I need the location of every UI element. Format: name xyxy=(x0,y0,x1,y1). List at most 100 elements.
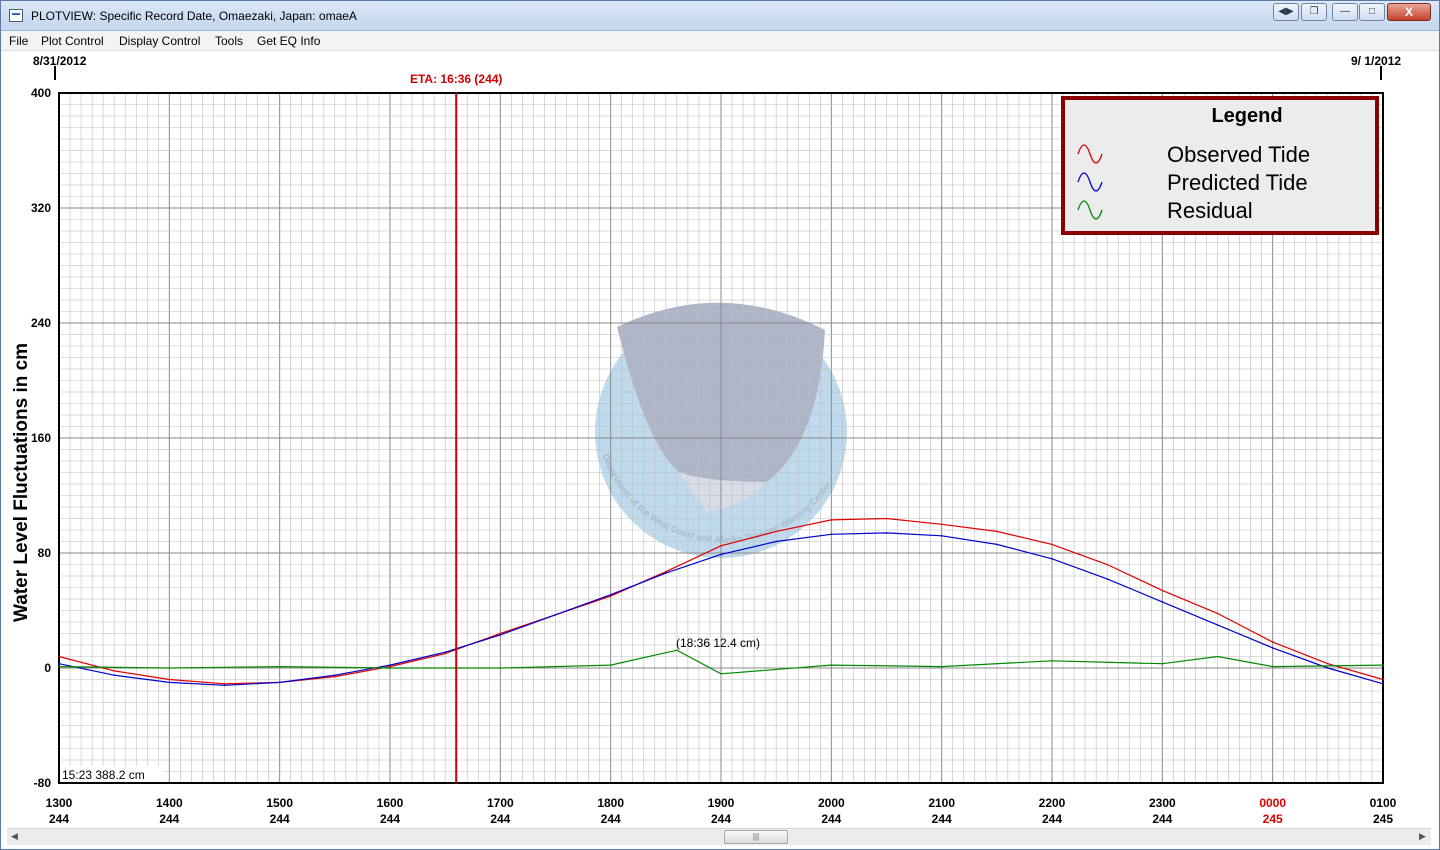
residual-point xyxy=(1216,655,1219,658)
close-button[interactable]: X xyxy=(1387,3,1431,21)
x-tick-day: 245 xyxy=(1263,812,1283,826)
residual-point xyxy=(720,673,722,675)
observed-tide-point xyxy=(775,530,777,533)
eta-label: ETA: 16:36 (244) xyxy=(410,72,502,86)
legend-item-label: Observed Tide xyxy=(1167,142,1310,167)
residual-point xyxy=(389,667,391,669)
x-tick-day: 245 xyxy=(1373,812,1393,826)
observed-tide-point xyxy=(885,517,888,520)
predicted-tide-point xyxy=(940,535,943,537)
plot-area[interactable]: Department of the West Coast and Alaska … xyxy=(7,52,1431,828)
predicted-tide-point xyxy=(58,662,60,665)
menu-tools[interactable]: Tools xyxy=(215,34,243,48)
x-tick-day: 244 xyxy=(821,812,841,826)
menu-bar: File Plot Control Display Control Tools … xyxy=(1,31,1439,51)
observed-tide-point xyxy=(1271,641,1274,643)
y-tick-label: 320 xyxy=(31,201,51,215)
residual-point xyxy=(278,665,281,668)
y-tick-label: 240 xyxy=(31,316,51,330)
y-tick-label: 160 xyxy=(31,431,51,445)
scroll-thumb[interactable]: ||| xyxy=(724,830,788,844)
residual-point xyxy=(940,665,943,668)
y-tick-label: 80 xyxy=(38,546,52,560)
y-axis: 400 320 240 160 80 0 -80 xyxy=(31,86,51,790)
predicted-tide-point xyxy=(1382,683,1384,685)
y-tick-label: 0 xyxy=(44,661,51,675)
predicted-tide-point xyxy=(223,684,226,687)
resize-arrows-icon[interactable]: ◀▶ xyxy=(1273,3,1299,21)
residual-point xyxy=(58,665,60,668)
predicted-tide-point xyxy=(885,532,888,534)
observed-tide-point xyxy=(940,523,943,526)
menu-get-eq-info[interactable]: Get EQ Info xyxy=(257,34,320,48)
predicted-tide-point xyxy=(665,572,667,574)
legend-title: Legend xyxy=(1211,105,1282,127)
residual-point xyxy=(830,664,833,666)
predicted-tide-point xyxy=(1051,558,1053,560)
residual-point xyxy=(1051,660,1053,662)
x-tick-hour: 1500 xyxy=(266,796,293,810)
predicted-tide-point xyxy=(996,543,998,546)
observed-tide-point xyxy=(996,530,998,533)
scroll-left-icon[interactable]: ◀ xyxy=(11,831,18,842)
x-axis: 1300 244 1400 244 1500 244 1600 244 1700 244 1800 2… xyxy=(46,796,1397,826)
residual-point xyxy=(609,664,612,666)
title-bar[interactable]: PLOTVIEW: Specific Record Date, Omaezaki… xyxy=(1,1,1439,31)
menu-display-control[interactable]: Display Control xyxy=(119,34,200,48)
residual-point xyxy=(168,667,171,669)
scroll-right-icon[interactable]: ▶ xyxy=(1419,831,1426,842)
cursor-readout: 15:23 388.2 cm xyxy=(62,768,145,782)
plotview-window: PLOTVIEW: Specific Record Date, Omaezaki… xyxy=(0,0,1440,850)
x-tick-hour: 2000 xyxy=(818,796,845,810)
residual-point xyxy=(1271,665,1274,668)
maximize-button[interactable]: □ xyxy=(1359,3,1385,21)
x-tick-hour: 1600 xyxy=(377,796,404,810)
legend-item-label: Residual xyxy=(1167,198,1253,223)
menu-file[interactable]: File xyxy=(9,34,28,48)
observed-tide-point xyxy=(1382,678,1384,681)
predicted-tide-point xyxy=(609,593,612,596)
x-tick-hour: 1800 xyxy=(597,796,624,810)
observed-tide-point xyxy=(113,670,115,672)
x-tick-hour: 2100 xyxy=(928,796,955,810)
x-tick-day: 244 xyxy=(49,812,69,826)
observed-tide-point xyxy=(1327,662,1329,665)
predicted-tide-point xyxy=(113,674,115,676)
restore-docs-icon[interactable]: ❐ xyxy=(1301,3,1327,21)
minimize-button[interactable]: — xyxy=(1332,3,1358,21)
x-tick-hour: 0100 xyxy=(1370,796,1397,810)
x-tick-hour: 2200 xyxy=(1039,796,1066,810)
observed-tide-point xyxy=(1051,543,1053,546)
x-tick-day: 244 xyxy=(490,812,510,826)
horizontal-scrollbar[interactable]: ◀ ||| ▶ xyxy=(7,828,1431,845)
window-title: PLOTVIEW: Specific Record Date, Omaezaki… xyxy=(31,9,357,23)
noaa-watermark-logo: Department of the West Coast and Alaska … xyxy=(595,302,847,558)
app-icon[interactable] xyxy=(9,9,23,22)
observed-tide-point xyxy=(223,683,226,685)
menu-plot-control[interactable]: Plot Control xyxy=(41,34,104,48)
observed-tide-point xyxy=(830,519,833,521)
observed-tide-point xyxy=(58,655,60,658)
y-tick-label: -80 xyxy=(34,776,52,790)
tide-chart[interactable]: Department of the West Coast and Alaska … xyxy=(7,52,1431,828)
predicted-tide-point xyxy=(278,681,281,684)
x-tick-hour: 2300 xyxy=(1149,796,1176,810)
x-tick-hour: 1900 xyxy=(708,796,735,810)
observed-tide-point xyxy=(665,570,667,573)
y-tick-label: 400 xyxy=(31,86,51,100)
predicted-tide-point xyxy=(334,674,336,676)
observed-tide-point xyxy=(444,652,447,655)
predicted-tide-point xyxy=(775,540,777,543)
predicted-tide-point xyxy=(1161,601,1164,603)
observed-tide-point xyxy=(720,545,722,547)
y-axis-label: Water Level Fluctuations in cm xyxy=(11,343,32,622)
predicted-tide-point xyxy=(168,681,171,684)
x-tick-hour: 1300 xyxy=(46,796,73,810)
residual-point xyxy=(1382,664,1384,666)
legend[interactable]: Legend Observed Tide Predicted Tide Residu… xyxy=(1061,96,1379,235)
x-tick-day: 244 xyxy=(711,812,731,826)
predicted-tide-point xyxy=(830,533,833,536)
x-tick-hour: 0000 xyxy=(1259,796,1286,810)
x-tick-day: 244 xyxy=(380,812,400,826)
legend-item-label: Predicted Tide xyxy=(1167,170,1308,195)
